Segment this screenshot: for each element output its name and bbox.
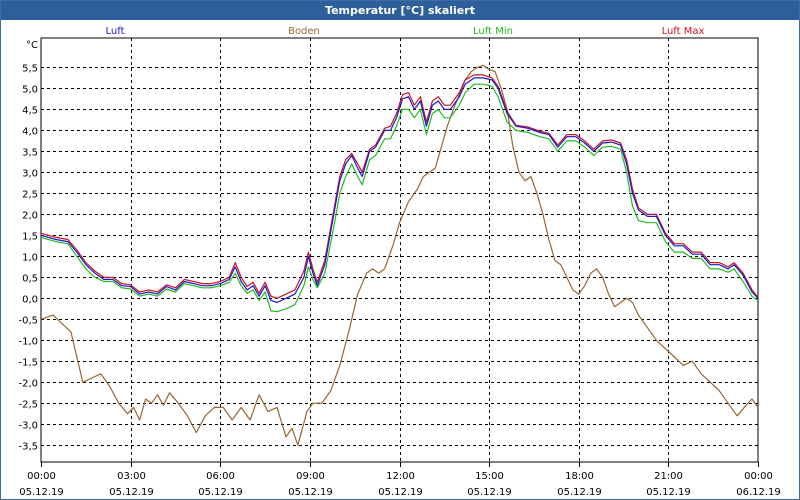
grid-lines (41, 38, 758, 462)
x-tick-date-label: 05.12.19 (288, 487, 333, 498)
y-tick-label: 0,0 (22, 295, 38, 306)
x-axis: 00:00 05.12.19 03:00 05.12.19 06:00 05.12.19 0… (19, 462, 781, 498)
x-tick-date-label: 05.12.19 (19, 487, 64, 498)
series-lines (40, 64, 759, 446)
x-tick-date-label: 05.12.19 (109, 487, 154, 498)
x-tick-time-label: 21:00 (654, 471, 683, 482)
y-tick-label: 1,0 (22, 253, 38, 264)
y-tick-label: 2,0 (22, 211, 38, 222)
legend: Luft Boden Luft Min Luft Max (106, 26, 705, 37)
y-tick-label: 3,0 (22, 169, 38, 180)
y-tick-label: 1,5 (22, 232, 38, 243)
y-tick-label: -0,5 (18, 316, 38, 327)
y-tick-label: -2,0 (18, 379, 38, 390)
y-tick-label: 5,5 (22, 64, 38, 75)
legend-entry-boden: Boden (288, 26, 320, 37)
y-tick-label: 5,0 (22, 85, 38, 96)
x-tick-time-label: 06:00 (206, 471, 235, 482)
x-tick-date-label: 06.12.19 (736, 487, 781, 498)
x-tick-time-label: 00:00 (27, 471, 56, 482)
y-tick-label: 3,5 (22, 148, 38, 159)
y-tick-label: -2,5 (18, 400, 38, 411)
x-tick-date-label: 05.12.19 (646, 487, 691, 498)
x-tick-date-label: 05.12.19 (557, 487, 602, 498)
x-tick-time-label: 03:00 (117, 471, 146, 482)
y-tick-label: -1,5 (18, 358, 38, 369)
legend-entry-luft-min: Luft Min (473, 26, 513, 37)
x-tick-time-label: 18:00 (565, 471, 594, 482)
x-tick-time-label: 09:00 (296, 471, 325, 482)
chart-window: Temperatur [°C] skaliert 5,5 5,0 4,5 4,0 3,5… (0, 0, 800, 500)
x-tick-time-label: 12:00 (386, 471, 415, 482)
y-axis-label: °C (26, 40, 38, 51)
temperature-chart: 5,5 5,0 4,5 4,0 3,5 3,0 2,5 2,0 1,5 1,0 0,5 0,0 -0,5… (18, 26, 781, 498)
y-tick-label: 0,5 (22, 274, 38, 285)
y-tick-label: -3,0 (18, 421, 38, 432)
series-line-boden (40, 64, 759, 446)
y-tick-label: 2,5 (22, 190, 38, 201)
y-tick-label: 4,0 (22, 127, 38, 138)
y-tick-label: 4,5 (22, 106, 38, 117)
series-line-luft (40, 77, 759, 304)
y-axis: 5,5 5,0 4,5 4,0 3,5 3,0 2,5 2,0 1,5 1,0 0,5 0,0 -0,5… (18, 40, 38, 453)
series-line-luft-min (40, 83, 759, 313)
legend-entry-luft: Luft (106, 26, 125, 37)
y-tick-label: -3,5 (18, 442, 38, 453)
x-tick-date-label: 05.12.19 (467, 487, 512, 498)
window-title: Temperatur [°C] skaliert (1, 1, 799, 20)
x-tick-time-label: 00:00 (744, 471, 773, 482)
plot-area-border (40, 37, 759, 463)
legend-entry-luft-max: Luft Max (662, 26, 705, 37)
x-tick-date-label: 05.12.19 (198, 487, 243, 498)
x-tick-time-label: 15:00 (475, 471, 504, 482)
y-tick-label: -1,0 (18, 337, 38, 348)
plot-frame (40, 37, 759, 463)
x-tick-date-label: 05.12.19 (378, 487, 423, 498)
